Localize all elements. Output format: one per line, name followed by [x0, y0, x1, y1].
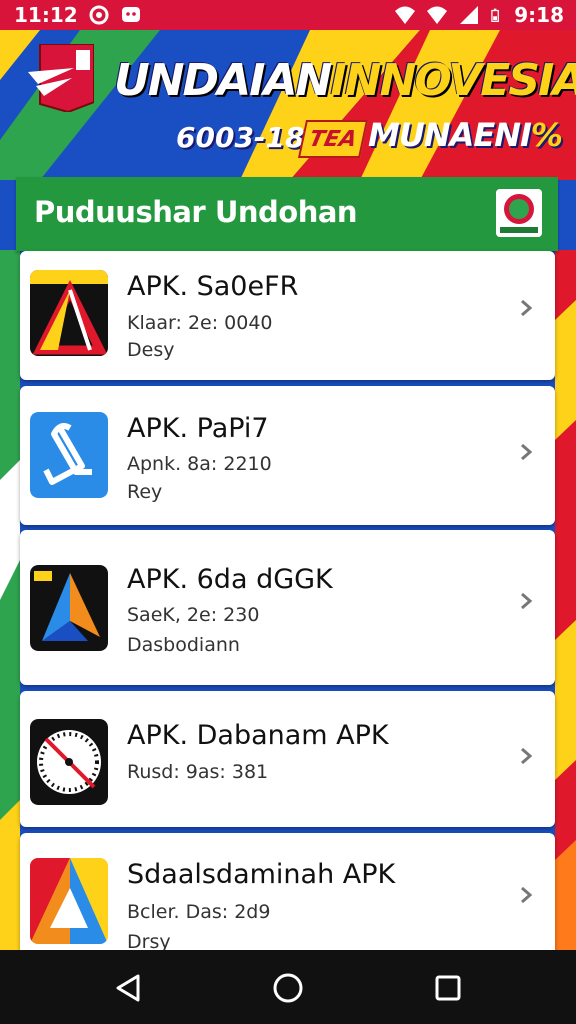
app-list-item[interactable]: APK. Sa0eFR Klaar: 2e: 0040 Desy: [20, 251, 555, 380]
status-time-right: 9:18: [514, 3, 564, 27]
wifi-icon: [395, 6, 416, 24]
app-meta: Bcler. Das: 2d9: [127, 901, 271, 923]
app-name: APK. 6da dGGK: [127, 564, 333, 595]
app-list-item[interactable]: Sdaalsdaminah APK Bcler. Das: 2d9 Drsy: [20, 833, 555, 953]
banner-subtitle-accent: %: [530, 116, 563, 154]
recents-icon[interactable]: [430, 970, 466, 1006]
signal-icon: [460, 6, 479, 24]
banner-title: UNDAIANINNOVESIA: [114, 52, 576, 110]
app-name: APK. Sa0eFR: [127, 271, 299, 302]
list-header-title: Puduushar Undohan: [34, 195, 358, 229]
colorful-triangle-app-icon: [30, 858, 108, 944]
app-name: Sdaalsdaminah APK: [127, 859, 396, 890]
app-list-item[interactable]: APK. 6da dGGK SaeK, 2e: 230 Dasbodiann: [20, 530, 555, 685]
chevron-right-icon: [521, 886, 533, 904]
battery-icon: [491, 8, 500, 22]
blue-recycle-app-icon: [30, 412, 108, 498]
app-name: APK. PaPi7: [127, 413, 269, 444]
emblem-icon[interactable]: [496, 189, 542, 237]
status-time-left: 11:12: [14, 3, 78, 27]
banner-tag: TEA: [297, 120, 369, 158]
home-icon[interactable]: [270, 970, 306, 1006]
blue-arrow-app-icon: [30, 565, 108, 651]
app-list-item[interactable]: APK. Dabanam APK Rusd: 9as: 381: [20, 691, 555, 827]
app-name: APK. Dabanam APK: [127, 720, 389, 751]
banner-title-part1: UNDAIAN: [114, 55, 332, 106]
gauge-app-icon: [30, 719, 108, 805]
app-list-item[interactable]: APK. PaPi7 Apnk. 8a: 2210 Rey: [20, 386, 555, 525]
brand-logo-icon: [28, 44, 94, 112]
app-meta-secondary: Desy: [127, 339, 175, 361]
app-meta: Apnk. 8a: 2210: [127, 453, 272, 475]
banner-subtitle: MUNAENI%: [368, 112, 563, 158]
banner-title-part2: INNOVESIA: [330, 55, 576, 106]
banner-subtitle-text: MUNAENI: [368, 116, 532, 154]
chevron-right-icon: [521, 592, 533, 610]
circle-notification-icon: [89, 5, 109, 25]
chevron-right-icon: [521, 443, 533, 461]
list-header: Puduushar Undohan: [16, 177, 558, 251]
back-icon[interactable]: [110, 970, 146, 1006]
app-meta-secondary: Dasbodiann: [127, 634, 240, 656]
app-meta: Klaar: 2e: 0040: [127, 312, 273, 334]
chevron-right-icon: [521, 299, 533, 317]
banner-year: 6003-18: [176, 121, 305, 154]
navigation-bar: [0, 950, 576, 1024]
app-meta-secondary: Rey: [127, 481, 163, 503]
app-meta: SaeK, 2e: 230: [127, 604, 260, 626]
wifi-icon-2: [427, 6, 448, 24]
chevron-right-icon: [521, 747, 533, 765]
app-meta: Rusd: 9as: 381: [127, 761, 269, 783]
red-triangle-app-icon: [30, 270, 108, 356]
status-bar: 11:12 9:18: [0, 0, 576, 30]
message-icon: [121, 7, 140, 22]
